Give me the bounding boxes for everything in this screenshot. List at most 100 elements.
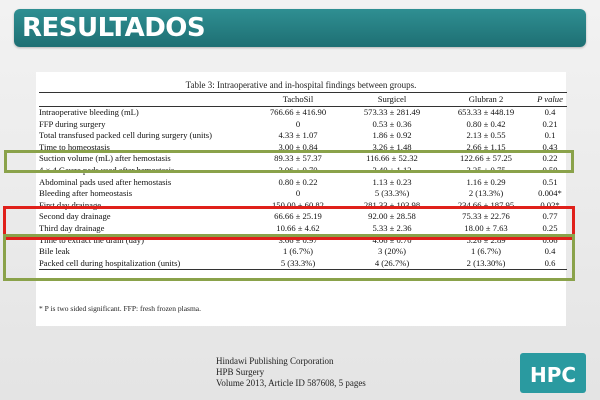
table-cell: 10.66 ± 4.62	[276, 222, 320, 233]
table-header-row: TachoSil Surgicel Glubran 2 P value	[39, 92, 567, 107]
table-row: First day drainage 150.00 ± 60.82 281.33 ±…	[39, 200, 567, 212]
table-cell: 3.26 ± 1.48	[372, 141, 412, 152]
table-cell: 122.66 ± 57.25	[460, 153, 512, 164]
table-row: Intraoperative bleeding (mL) 766.66 ± 416…	[39, 107, 567, 119]
table-cell: 573.33 ± 281.49	[363, 107, 421, 117]
table-cell: 0.25	[542, 222, 558, 233]
table-row: 4 × 4 Gauze pads used after hemostasis 3.…	[39, 165, 567, 177]
logo-text: HPC	[529, 363, 577, 387]
table-cell: 281.33 ± 103.98	[363, 199, 421, 210]
source-citation: Hindawi Publishing Corporation HPB Surge…	[216, 356, 366, 389]
table-cell: 18.00 ± 7.63	[464, 222, 508, 233]
row-label: Time to extract the drain (day)	[39, 234, 144, 245]
row-label: Total transfused packed cell during surg…	[39, 130, 212, 141]
table-cell: 4.06 ± 0.70	[372, 234, 412, 245]
table-row: Time to extract the drain (day) 3.66 ± 0.…	[39, 235, 567, 247]
table-cell: 0.1	[544, 130, 556, 141]
table-cell: 0.21	[542, 118, 558, 129]
table-row: Bleeding after homeostasis 0 5 (33.3%) 2 (1…	[39, 188, 567, 200]
row-label: FFP during surgery	[39, 118, 106, 129]
header-cell: P value	[537, 94, 563, 104]
table-cell: 3.25 ± 0.75	[466, 164, 506, 175]
table-cell: 2.66 ± 1.15	[466, 141, 506, 152]
table-row: Total transfused packed cell during surg…	[39, 130, 567, 142]
table-row: Bile leak 1 (6.7%) 3 (20%) 1 (6.7%) 0.4	[39, 246, 567, 258]
row-label: Second day drainage	[39, 211, 111, 222]
table-cell: 0.51	[542, 176, 558, 187]
table-cell: 2 (13.3%)	[468, 188, 504, 199]
row-label: Suction volume (mL) after hemostasis	[39, 153, 171, 164]
table-cell: 1.13 ± 0.23	[372, 176, 412, 187]
header-cell: TachoSil	[282, 94, 314, 104]
table-row: Third day drainage 10.66 ± 4.62 5.33 ± 2.3…	[39, 223, 567, 235]
table-cell: 2 (13.30%)	[466, 257, 506, 268]
table-cell: 5 (33.3%)	[280, 257, 316, 268]
table-cell: 4 (26.7%)	[374, 257, 410, 268]
table-cell: 5 (33.3%)	[374, 188, 410, 199]
table-cell: 0.59	[542, 164, 558, 175]
source-publisher: Hindawi Publishing Corporation	[216, 356, 334, 366]
table-row: Packed cell during hospitalization (unit…	[39, 258, 567, 270]
table-cell: 116.66 ± 52.32	[366, 153, 418, 164]
row-label: Time to homeostasis	[39, 141, 110, 152]
table-cell: 0.77	[542, 211, 558, 222]
header-cell: Surgicel	[377, 94, 407, 104]
table-cell: 4.33 ± 1.07	[278, 130, 318, 141]
table-cell: 0.53 ± 0.36	[372, 118, 412, 129]
table-cell: 0	[295, 188, 301, 199]
row-label: Packed cell during hospitalization (unit…	[39, 257, 181, 268]
table-row: Suction volume (mL) after hemostasis 89.3…	[39, 153, 567, 165]
table-cell: 3.66 ± 0.97	[278, 234, 318, 245]
header-cell: Glubran 2	[468, 94, 504, 104]
row-label: Bile leak	[39, 246, 70, 257]
table-cell: 0.4	[544, 246, 556, 257]
table-cell: 5.33 ± 2.36	[372, 222, 412, 233]
row-label: Abdominal pads used after hemostasis	[39, 176, 172, 187]
table-cell: 0.6	[544, 257, 556, 268]
source-volume: Volume 2013, Article ID 587608, 5 pages	[216, 378, 366, 388]
table-cell: 150.00 ± 60.82	[272, 199, 324, 210]
table-cell: 766.66 ± 416.90	[269, 107, 327, 117]
table-cell: 3 (20%)	[378, 246, 406, 257]
table-row: FFP during surgery 0 0.53 ± 0.36 0.80 ± 0.4…	[39, 119, 567, 131]
table-cell: 1 (6.7%)	[282, 246, 314, 257]
table-cell: 2.13 ± 0.55	[466, 130, 506, 141]
table-cell: 234.66 ± 187.95	[457, 199, 515, 210]
table-cell: 3.40 ± 1.12	[372, 164, 412, 175]
table-cell: 0	[295, 118, 301, 129]
row-label: First day drainage	[39, 199, 102, 210]
row-label: 4 × 4 Gauze pads used after hemostasis	[39, 164, 175, 175]
table-cell: 0.4	[544, 107, 556, 117]
source-journal: HPB Surgery	[216, 367, 265, 377]
row-label: Third day drainage	[39, 222, 105, 233]
table-cell: 3.06 ± 0.70	[278, 164, 318, 175]
table-row: Second day drainage 66.66 ± 25.19 92.00 ± …	[39, 211, 567, 223]
table-cell: 0.004*	[538, 188, 562, 199]
table-cell: 0.22	[542, 153, 558, 164]
table-cell: 0.80 ± 0.42	[466, 118, 506, 129]
table-cell: 75.33 ± 22.76	[462, 211, 510, 222]
table-cell: 0.43	[542, 141, 558, 152]
header-cell	[39, 93, 251, 107]
table-footnote: * P is two sided significant. FFP: fresh…	[39, 304, 201, 313]
table-cell: 92.00 ± 28.58	[368, 211, 416, 222]
table-cell: 653.33 ± 448.19	[457, 107, 515, 117]
table-panel: Table 3: Intraoperative and in-hospital …	[36, 72, 567, 326]
title-bar: RESULTADOS	[14, 9, 586, 47]
table-cell: 1.86 ± 0.92	[372, 130, 412, 141]
table-cell: 89.33 ± 57.37	[274, 153, 322, 164]
table-cell: 1.16 ± 0.29	[466, 176, 506, 187]
row-label: Bleeding after homeostasis	[39, 188, 133, 199]
table-cell: 0.06	[542, 234, 558, 245]
row-label: Intraoperative bleeding (mL)	[39, 107, 139, 117]
table-cell: 3.00 ± 0.84	[278, 141, 318, 152]
table-cell: 1 (6.7%)	[470, 246, 502, 257]
slide-title: RESULTADOS	[22, 13, 206, 43]
table-row: Time to homeostasis 3.00 ± 0.84 3.26 ± 1.4…	[39, 142, 567, 154]
table-cell: 66.66 ± 25.19	[274, 211, 322, 222]
hpc-logo: HPC	[520, 353, 586, 393]
table-cell: 0.02*	[540, 199, 560, 210]
table-cell: 0.80 ± 0.22	[278, 176, 318, 187]
table-cell: 5.26 ± 2.89	[466, 234, 506, 245]
table-caption: Table 3: Intraoperative and in-hospital …	[185, 80, 417, 90]
